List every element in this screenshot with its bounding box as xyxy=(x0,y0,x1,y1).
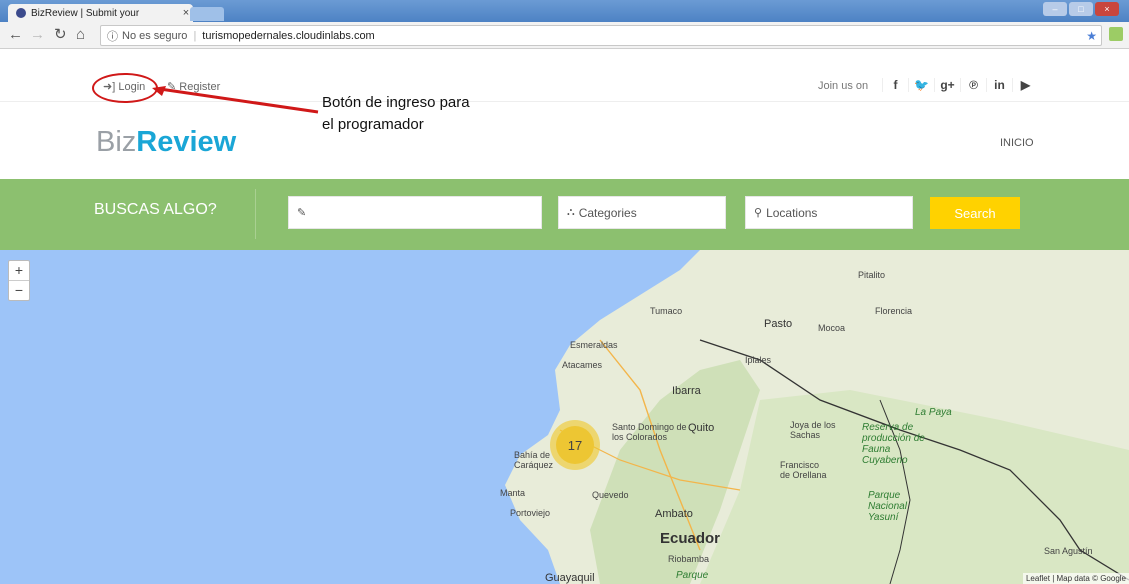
url-separator: | xyxy=(193,29,197,42)
annotation-text: Botón de ingreso para el programador xyxy=(322,92,542,136)
site-favicon-icon xyxy=(16,8,26,18)
browser-toolbar: ← → ↻ ⌂ ⓘ No es seguro | turismopedernal… xyxy=(0,22,1129,49)
twitter-icon[interactable]: 🐦 xyxy=(908,78,934,92)
locations-label: Locations xyxy=(766,205,818,220)
map-view[interactable]: + − Tumaco Pitalito Florencia Pasto Moco… xyxy=(0,250,1129,584)
map-label: Parque Nacional Yasuní xyxy=(868,490,907,523)
map-label: Riobamba xyxy=(668,554,710,564)
nav-inicio[interactable]: INICIO xyxy=(1000,137,1034,149)
linkedin-icon[interactable]: in xyxy=(986,78,1012,92)
tab-title: BizReview | Submit your xyxy=(31,7,140,19)
map-attribution[interactable]: Leaflet | Map data © Google xyxy=(1022,573,1129,584)
extension-icon[interactable] xyxy=(1109,27,1123,41)
map-label: Reserva de producción de Fauna Cuyabeno xyxy=(862,422,925,466)
maximize-button[interactable]: □ xyxy=(1069,2,1093,16)
cluster-count: 17 xyxy=(556,426,594,464)
url-text: turismopedernales.cloudinlabs.com xyxy=(202,29,375,42)
new-tab-button[interactable] xyxy=(190,7,224,21)
browser-tab[interactable]: BizReview | Submit your × xyxy=(8,4,193,22)
annotation-line-1: Botón de ingreso para xyxy=(322,94,470,111)
map-label: Santo Domingo de los Colorados xyxy=(612,422,687,442)
zoom-in-button[interactable]: + xyxy=(9,261,29,280)
map-label: Florencia xyxy=(875,306,913,316)
forward-arrow-icon[interactable]: → xyxy=(30,26,45,44)
map-label: Francisco de Orellana xyxy=(780,460,827,480)
annotation-line-2: el programador xyxy=(322,116,424,133)
keyword-input[interactable]: ✎ xyxy=(288,196,542,229)
map-label: Quevedo xyxy=(592,490,629,500)
youtube-icon[interactable]: ▶ xyxy=(1012,78,1038,92)
pencil-icon: ✎ xyxy=(297,207,307,219)
extension-icons xyxy=(1109,27,1123,41)
window-controls: – □ × xyxy=(1043,2,1119,16)
divider xyxy=(255,189,256,239)
annotation-arrow-icon xyxy=(152,86,319,114)
site-logo[interactable]: BizReview xyxy=(96,126,236,159)
map-label: Joya de los Sachas xyxy=(790,420,836,440)
map-label: Bahía de Caráquez xyxy=(514,450,554,470)
bookmark-star-icon[interactable]: ★ xyxy=(1086,29,1097,43)
window-close-button[interactable]: × xyxy=(1095,2,1119,16)
map-label: San Agustín xyxy=(1044,546,1093,556)
map-label: Parque xyxy=(676,570,709,581)
minimize-button[interactable]: – xyxy=(1043,2,1067,16)
map-label: Ambato xyxy=(655,508,693,520)
map-label: Atacames xyxy=(562,360,603,370)
map-label: Guayaquil xyxy=(545,572,595,584)
pinterest-icon[interactable]: ℗ xyxy=(960,78,986,92)
categories-label: Categories xyxy=(578,205,637,220)
map-label: Ibarra xyxy=(672,385,701,397)
map-label: Manta xyxy=(500,488,526,498)
sitemap-icon: ⛬ xyxy=(567,206,575,218)
map-label: Esmeraldas xyxy=(570,340,618,350)
search-heading: BUSCAS ALGO? xyxy=(94,201,217,218)
info-icon[interactable]: ⓘ xyxy=(107,28,118,44)
social-links: f 🐦 g+ ℗ in ▶ xyxy=(882,78,1038,92)
map-marker-icon: ⚲ xyxy=(754,207,763,219)
map-label: Ecuador xyxy=(660,530,721,547)
map-label: Mocoa xyxy=(818,323,846,333)
map-label: Pasto xyxy=(764,318,793,330)
map-label: Tumaco xyxy=(650,306,683,316)
marker-cluster[interactable]: 17 xyxy=(550,420,600,470)
map-label: Portoviejo xyxy=(510,508,551,518)
map-label: Ipiales xyxy=(745,355,772,365)
annotation-circle xyxy=(92,73,158,103)
map-label: Pitalito xyxy=(858,270,886,280)
zoom-out-button[interactable]: − xyxy=(9,280,29,300)
categories-select[interactable]: ⛬ Categories xyxy=(558,196,726,229)
facebook-icon[interactable]: f xyxy=(882,78,908,92)
browser-tab-bar: BizReview | Submit your × – □ × xyxy=(0,0,1129,22)
locations-select[interactable]: ⚲ Locations xyxy=(745,196,913,229)
join-us-label: Join us on xyxy=(818,80,869,92)
map-label: La Paya xyxy=(915,407,952,418)
logo-biz: Biz xyxy=(96,126,137,158)
google-plus-icon[interactable]: g+ xyxy=(934,78,960,92)
reload-icon[interactable]: ↻ xyxy=(54,26,67,44)
home-icon[interactable]: ⌂ xyxy=(76,26,85,44)
security-status: No es seguro xyxy=(122,29,188,42)
zoom-control: + − xyxy=(8,260,30,301)
map-terrain xyxy=(505,250,1129,584)
address-bar[interactable]: ⓘ No es seguro | turismopedernales.cloud… xyxy=(100,25,1102,46)
search-button[interactable]: Search xyxy=(930,197,1020,229)
logo-review: Review xyxy=(136,126,237,158)
back-arrow-icon[interactable]: ← xyxy=(8,26,23,44)
search-band: BUSCAS ALGO? ✎ ⛬ Categories ⚲ Locations … xyxy=(0,179,1129,250)
